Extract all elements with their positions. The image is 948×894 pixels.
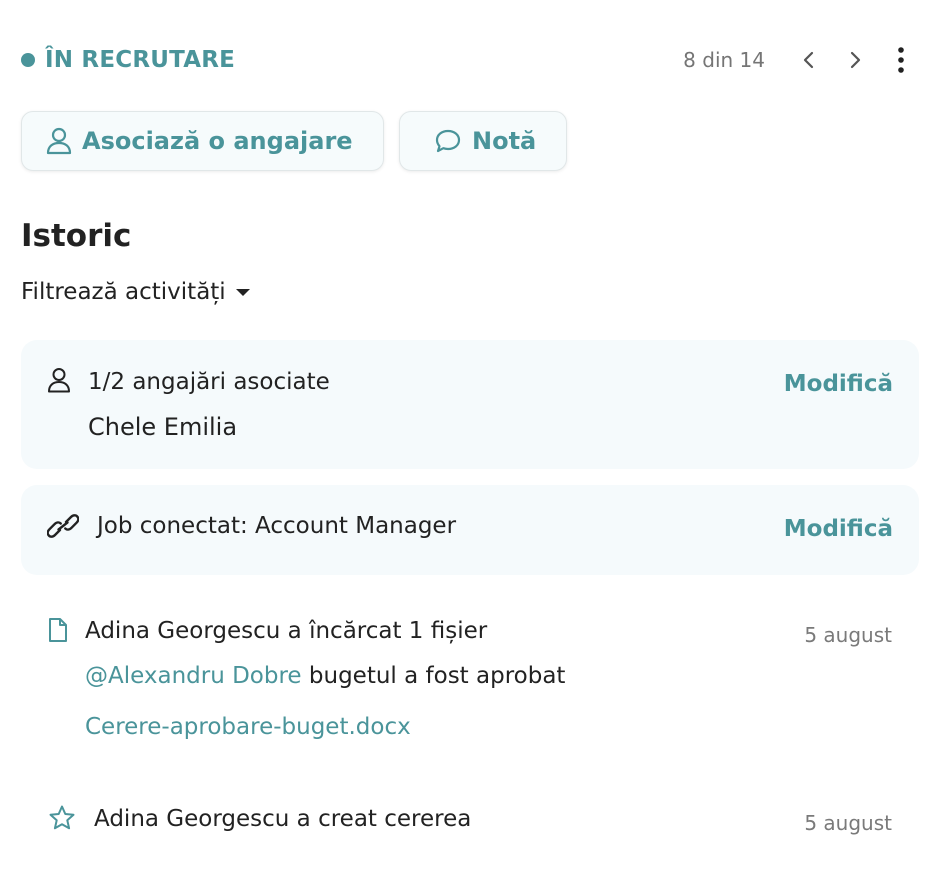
add-note-label: Notă	[472, 127, 537, 155]
connected-job-name: Account Manager	[255, 513, 457, 539]
file-icon	[49, 618, 67, 642]
history-title: Istoric	[21, 218, 132, 254]
connected-job-prefix: Job conectat:	[97, 513, 256, 539]
more-options-button[interactable]	[883, 42, 919, 78]
link-icon	[47, 514, 79, 538]
caret-down-icon	[235, 288, 250, 296]
header-controls: 8 din 14	[683, 42, 919, 78]
comment-icon	[435, 129, 461, 153]
action-bar: Asociază o angajare Notă	[21, 111, 567, 171]
activity-filter-label: Filtrează activități	[21, 279, 226, 305]
user-mention[interactable]: @Alexandru Dobre	[85, 663, 302, 689]
panel-header: ÎN RECRUTARE 8 din 14	[21, 40, 919, 80]
person-icon	[46, 127, 72, 155]
pager-counter: 8 din 14	[683, 48, 765, 72]
activity-message-text: bugetul a fost aprobat	[301, 663, 566, 689]
associate-employment-button[interactable]: Asociază o angajare	[21, 111, 384, 171]
status-label: ÎN RECRUTARE	[45, 47, 236, 73]
activity-date: 5 august	[804, 623, 892, 647]
associations-count: 1/2 angajări asociate	[88, 369, 330, 395]
activity-action: a creat cererea	[289, 806, 472, 832]
activity-description: Adina Georgescu a creat cererea	[94, 806, 471, 832]
more-vertical-icon	[898, 47, 904, 73]
activity-object: fișier	[430, 618, 488, 644]
chevron-right-icon	[850, 51, 861, 69]
previous-button[interactable]	[791, 42, 827, 78]
activity-message: @Alexandru Dobre bugetul a fost aprobat	[85, 663, 565, 689]
activity-date: 5 august	[804, 811, 892, 835]
activity-description: Adina Georgescu a încărcat 1 fișier	[85, 618, 487, 644]
activity-item: Adina Georgescu a creat cererea 5 august	[21, 800, 919, 840]
person-icon	[48, 368, 70, 393]
add-note-button[interactable]: Notă	[399, 111, 567, 171]
modify-associations-link[interactable]: Modifică	[784, 371, 893, 397]
status-indicator: ÎN RECRUTARE	[21, 47, 235, 73]
activity-item: Adina Georgescu a încărcat 1 fișier 5 au…	[21, 615, 919, 765]
activity-action: a încărcat 1	[280, 618, 431, 644]
status-dot	[21, 53, 35, 67]
modify-job-link[interactable]: Modifică	[784, 516, 893, 542]
connected-job-card: Job conectat: Account Manager Modifică	[21, 485, 919, 575]
associations-card: 1/2 angajări asociate Chele Emilia Modif…	[21, 340, 919, 469]
associated-employee-name: Chele Emilia	[88, 413, 238, 441]
next-button[interactable]	[837, 42, 873, 78]
associate-employment-label: Asociază o angajare	[82, 127, 353, 155]
request-panel: ÎN RECRUTARE 8 din 14 Asociază o angajar…	[0, 0, 948, 894]
chevron-left-icon	[803, 51, 814, 69]
activity-actor[interactable]: Adina Georgescu	[94, 806, 289, 832]
connected-job-text: Job conectat: Account Manager	[97, 513, 456, 539]
activity-filter-dropdown[interactable]: Filtrează activități	[21, 279, 250, 305]
activity-actor[interactable]: Adina Georgescu	[85, 618, 280, 644]
attached-file-link[interactable]: Cerere-aprobare-buget.docx	[85, 714, 411, 740]
star-icon	[49, 805, 75, 830]
